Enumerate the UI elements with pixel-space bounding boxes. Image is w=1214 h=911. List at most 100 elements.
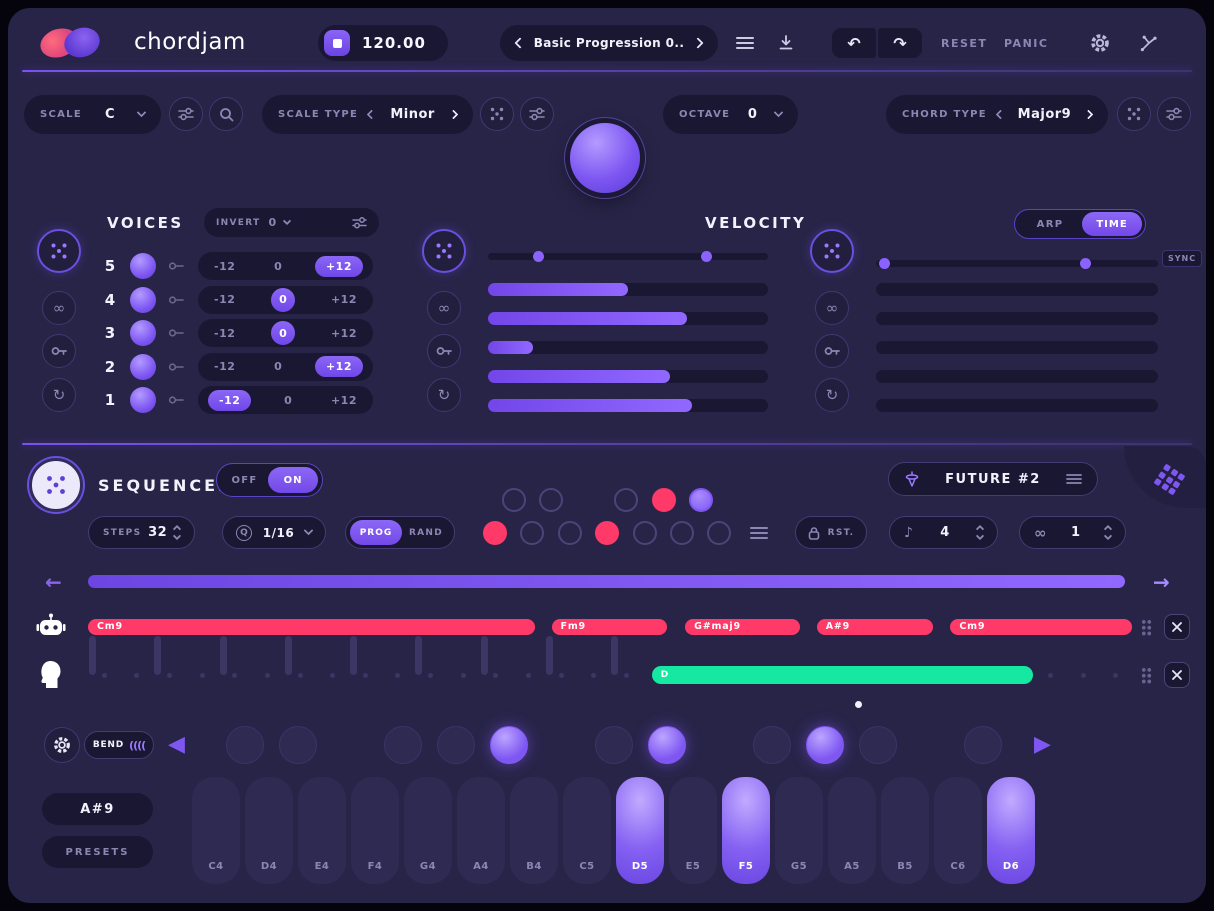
chord-lane-button[interactable] [36, 613, 66, 639]
note-block[interactable]: D [651, 666, 1033, 684]
sync-badge[interactable]: SYNC [1162, 250, 1203, 267]
key-A4[interactable]: A4 [457, 777, 505, 884]
stop-button[interactable] [324, 30, 350, 56]
offset-option[interactable]: -12 [208, 323, 241, 344]
key-knob-F#5[interactable] [753, 726, 792, 764]
arp-option[interactable]: ARP [1018, 219, 1082, 230]
velocity-bar-track[interactable] [488, 399, 768, 412]
step-dot[interactable] [651, 488, 676, 512]
stepper-icon[interactable] [975, 524, 985, 541]
scale-type-random-button[interactable] [480, 97, 514, 131]
voice-toggle-knob[interactable] [130, 286, 156, 313]
key-B4[interactable]: B4 [510, 777, 558, 884]
note-division-control[interactable]: ♪ 4 [889, 516, 998, 549]
velocity-random-knob[interactable] [422, 229, 466, 273]
download-button[interactable] [778, 35, 794, 51]
time-bar-track[interactable] [876, 283, 1158, 296]
note-step-dot[interactable] [395, 673, 401, 678]
key-knob-F#4[interactable] [384, 726, 422, 764]
voices-random-knob[interactable] [37, 229, 81, 273]
key-knob-D#4[interactable] [278, 726, 317, 764]
main-knob[interactable] [570, 123, 640, 193]
key-D6[interactable]: D6 [987, 777, 1035, 884]
velocity-latch-button[interactable] [427, 334, 461, 368]
note-step-dot[interactable] [167, 673, 173, 678]
page-indicator-dot[interactable] [855, 701, 862, 708]
note-step-dot[interactable] [362, 673, 368, 678]
time-slider[interactable] [876, 258, 1158, 269]
menu-button[interactable] [736, 36, 754, 50]
chord-type-prev-icon[interactable] [995, 109, 1006, 120]
key-B5[interactable]: B5 [881, 777, 929, 884]
key-E5[interactable]: E5 [669, 777, 717, 884]
offset-option[interactable]: 0 [271, 321, 296, 345]
preset-name[interactable]: Basic Progression 0.. [534, 36, 685, 50]
seq-page-right[interactable]: → [1153, 570, 1170, 594]
scale-type-select[interactable]: SCALE TYPE Minor [262, 95, 473, 134]
key-knob-A#5[interactable] [858, 726, 897, 764]
reset-button[interactable]: RESET [941, 37, 987, 50]
time-reset-button[interactable]: ↻ [815, 378, 849, 412]
voice-toggle-knob[interactable] [130, 387, 156, 413]
chord-type-random-button[interactable] [1117, 97, 1151, 131]
key-knob-D#5[interactable] [647, 726, 686, 764]
seq-preset-control[interactable]: FUTURE #2 [888, 462, 1098, 496]
key-D4[interactable]: D4 [245, 777, 293, 884]
scale-search-button[interactable] [209, 97, 243, 131]
note-step-dot[interactable] [525, 673, 531, 678]
note-step-dot[interactable] [232, 673, 238, 678]
scale-type-sliders-button[interactable] [520, 97, 554, 131]
offset-option[interactable]: +12 [314, 356, 363, 377]
step-dot[interactable] [595, 521, 620, 545]
step-dot[interactable] [707, 521, 732, 545]
step-dot[interactable] [689, 488, 713, 512]
step-dot[interactable] [614, 488, 639, 512]
invert-control[interactable]: INVERT 0 [204, 208, 379, 237]
note-lane-grip[interactable] [1141, 667, 1152, 684]
key-D5[interactable]: D5 [616, 777, 664, 884]
step-dot[interactable] [670, 521, 694, 545]
time-bar-track[interactable] [876, 341, 1158, 354]
offset-option[interactable]: -12 [208, 356, 241, 377]
presets-button[interactable]: PRESETS [42, 836, 153, 868]
morph-button[interactable] [1139, 33, 1159, 53]
voices-reset-button[interactable]: ↻ [42, 378, 76, 412]
key-F4[interactable]: F4 [351, 777, 399, 884]
key-knob-G#5[interactable] [806, 726, 844, 764]
seq-on-option[interactable]: ON [268, 467, 318, 493]
velocity-infinity-button[interactable]: ∞ [427, 291, 461, 325]
note-step-dot[interactable] [460, 673, 466, 678]
scale-sliders-button[interactable] [169, 97, 203, 131]
prog-rand-toggle[interactable]: PROG RAND [345, 516, 455, 549]
velocity-bar-track[interactable] [488, 312, 768, 325]
stepper-icon[interactable] [1103, 524, 1113, 541]
rand-option[interactable]: RAND [402, 528, 450, 538]
prog-option[interactable]: PROG [350, 520, 402, 545]
time-bar-track[interactable] [876, 399, 1158, 412]
key-knob-A#4[interactable] [489, 726, 528, 764]
panic-button[interactable]: PANIC [1004, 37, 1048, 50]
key-F5[interactable]: F5 [722, 777, 770, 884]
octave-select[interactable]: OCTAVE 0 [663, 95, 798, 134]
seq-off-option[interactable]: OFF [221, 475, 268, 486]
bpm-display[interactable]: 120.00 [362, 34, 426, 52]
chord-block[interactable]: Cm9 [88, 619, 535, 635]
preset-prev-icon[interactable] [514, 37, 526, 49]
note-step-dot[interactable] [134, 673, 140, 678]
key-C5[interactable]: C5 [563, 777, 611, 884]
note-step-dot[interactable] [264, 673, 270, 678]
time-infinity-button[interactable]: ∞ [815, 291, 849, 325]
offset-option[interactable]: 0 [271, 287, 296, 312]
steps-control[interactable]: STEPS 32 [88, 516, 195, 549]
seq-on-off-toggle[interactable]: OFF ON [216, 463, 323, 497]
offset-option[interactable]: +12 [314, 255, 363, 277]
seq-menu-button[interactable] [750, 526, 768, 540]
preset-next-icon[interactable] [692, 37, 704, 49]
velocity-slider[interactable] [488, 251, 768, 262]
note-step-dot[interactable] [428, 673, 434, 678]
note-step-dot[interactable] [493, 673, 499, 678]
chord-block[interactable]: Fm9 [551, 619, 668, 635]
loop-control[interactable]: ∞ 1 [1019, 516, 1126, 549]
note-step-dot[interactable] [591, 673, 597, 678]
offset-option[interactable]: 0 [278, 390, 298, 411]
